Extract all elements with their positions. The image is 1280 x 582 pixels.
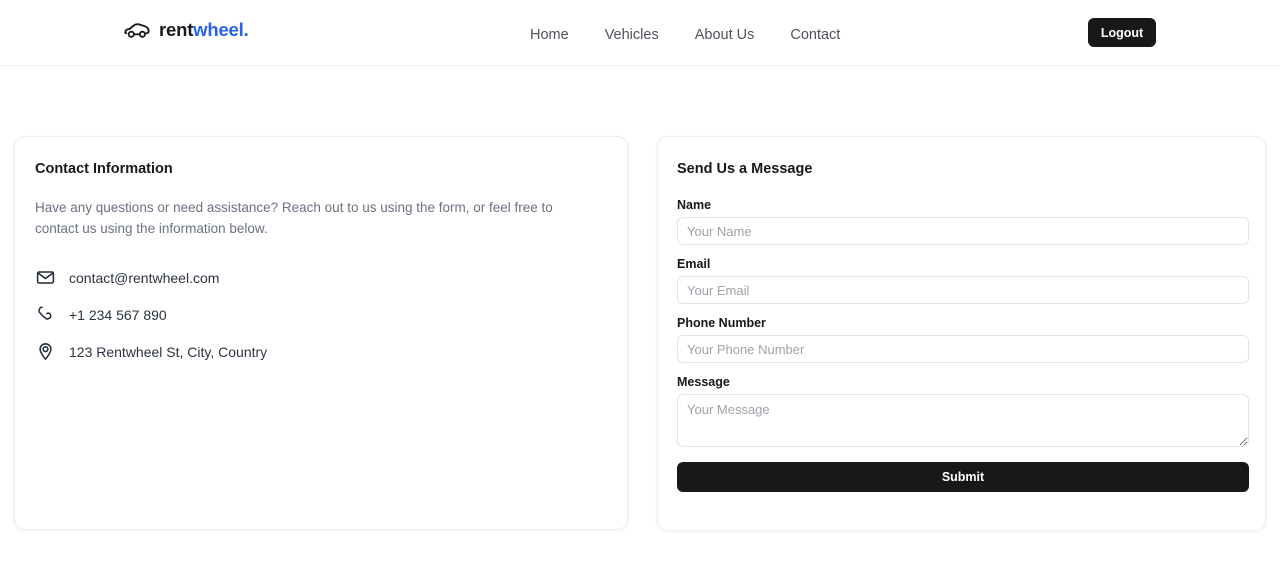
nav-item-about-us[interactable]: About Us	[677, 24, 773, 46]
brand-name-primary: rent	[159, 19, 194, 40]
mail-icon	[35, 268, 55, 288]
contact-form: Name Email Phone Number Message Submit	[677, 198, 1249, 492]
field-name: Name	[677, 198, 1249, 245]
nav-item-contact[interactable]: Contact	[772, 24, 858, 46]
field-phone-number: Phone Number	[677, 316, 1249, 363]
email-input[interactable]	[677, 276, 1249, 304]
brand-name: rentwheel.	[159, 19, 249, 41]
phone-icon	[35, 305, 55, 325]
map-pin-icon	[35, 342, 55, 362]
field-message: Message	[677, 375, 1249, 447]
contact-details-list: contact@rentwheel.com +1 234 567 890 123…	[35, 259, 607, 370]
brand-logo[interactable]: rentwheel.	[124, 19, 249, 41]
nav-item-home[interactable]: Home	[512, 24, 587, 46]
field-email: Email	[677, 257, 1249, 304]
contact-information-card: Contact Information Have any questions o…	[14, 136, 628, 530]
contact-phone-value: +1 234 567 890	[69, 306, 167, 323]
name-label: Name	[677, 198, 712, 212]
email-label: Email	[677, 257, 711, 271]
main-navigation: Home Vehicles About Us Contact	[512, 24, 858, 46]
send-message-card: Send Us a Message Name Email Phone Numbe…	[657, 136, 1266, 531]
logout-button[interactable]: Logout	[1088, 18, 1156, 47]
page-content: Contact Information Have any questions o…	[0, 66, 1280, 582]
contact-card-title: Contact Information	[35, 161, 173, 177]
brand-name-accent: wheel.	[193, 19, 249, 40]
contact-address-value: 123 Rentwheel St, City, Country	[69, 343, 268, 360]
contact-detail-address[interactable]: 123 Rentwheel St, City, Country	[35, 333, 607, 370]
message-textarea[interactable]	[677, 394, 1249, 447]
nav-item-vehicles[interactable]: Vehicles	[587, 24, 677, 46]
contact-detail-email[interactable]: contact@rentwheel.com	[35, 259, 607, 296]
contact-detail-phone[interactable]: +1 234 567 890	[35, 296, 607, 333]
contact-email-value: contact@rentwheel.com	[69, 269, 220, 286]
site-header: rentwheel. Home Vehicles About Us Contac…	[0, 0, 1280, 66]
phone-number-input[interactable]	[677, 335, 1249, 363]
contact-card-description: Have any questions or need assistance? R…	[35, 200, 553, 236]
car-icon	[124, 19, 150, 41]
submit-button[interactable]: Submit	[677, 462, 1249, 492]
message-label: Message	[677, 375, 730, 389]
name-input[interactable]	[677, 217, 1249, 245]
form-card-title: Send Us a Message	[677, 161, 813, 177]
phone-number-label: Phone Number	[677, 316, 766, 330]
